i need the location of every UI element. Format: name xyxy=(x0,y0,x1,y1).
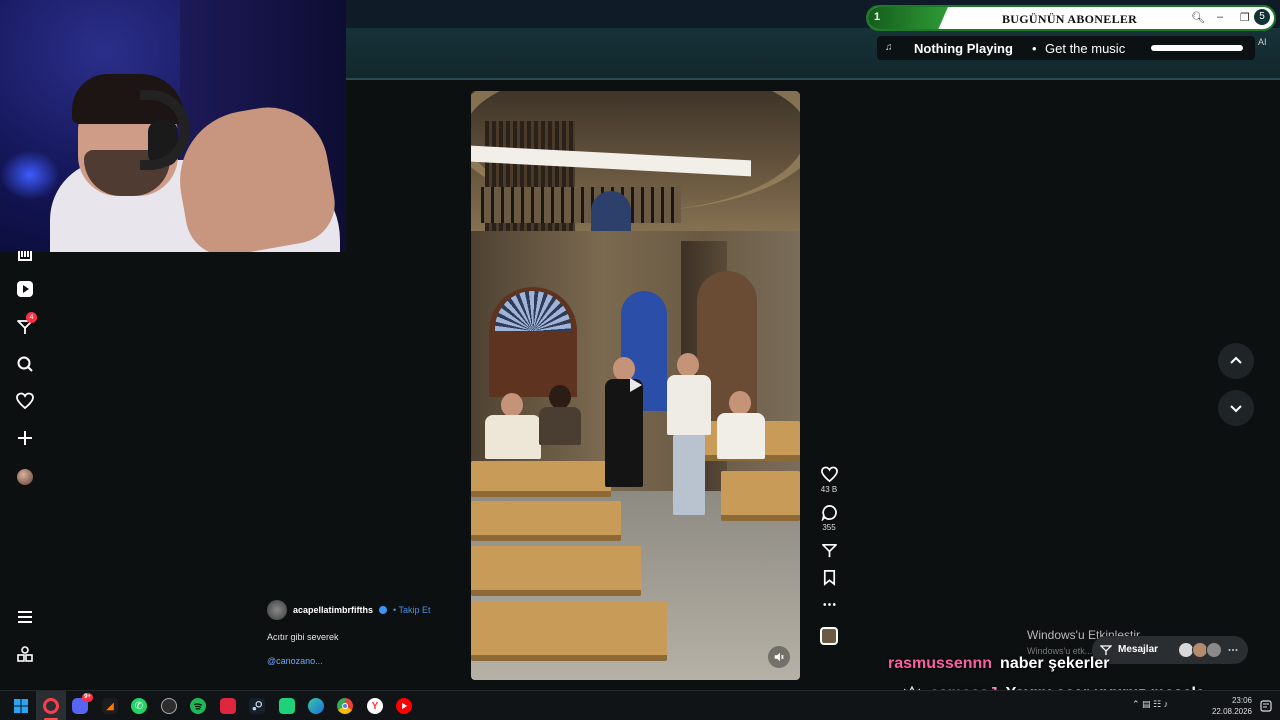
share-button[interactable] xyxy=(815,542,843,559)
also-from-meta-icon[interactable] xyxy=(14,643,36,665)
youtube-icon[interactable] xyxy=(396,698,412,714)
audio-thumbnail[interactable] xyxy=(815,623,843,645)
share-icon xyxy=(821,543,837,558)
more-dots-icon xyxy=(822,603,836,606)
profile-avatar[interactable] xyxy=(14,466,36,488)
now-playing-progress xyxy=(1151,45,1243,51)
red-app-icon[interactable] xyxy=(220,698,236,714)
heart-icon xyxy=(820,466,838,483)
minimize-icon[interactable]: – xyxy=(1217,11,1223,23)
spotify-icon[interactable] xyxy=(190,698,206,714)
chat-message: rasmussennn naber şekerler xyxy=(888,655,1109,673)
subscriber-bar-title: BUGÜNÜN ABONELER xyxy=(1002,12,1138,26)
like-button[interactable]: 43 B xyxy=(815,466,843,494)
subscriber-count: 1 xyxy=(874,11,881,23)
previous-reel-button[interactable] xyxy=(1218,343,1254,379)
notifications-icon[interactable] xyxy=(14,390,36,412)
chat-text: naber şekerler xyxy=(1000,655,1110,672)
caption-text: Acıtır gibi severek xyxy=(267,632,339,642)
threads-icon[interactable] xyxy=(14,244,36,266)
opera-gx-icon[interactable] xyxy=(43,698,59,714)
author-avatar[interactable] xyxy=(267,600,287,620)
messages-label: Mesajlar xyxy=(1118,644,1159,655)
subscriber-corner-number: 5 xyxy=(1254,9,1270,25)
now-playing-widget: ♫ Nothing Playing • Get the music xyxy=(877,36,1255,60)
orange-app-icon[interactable]: ◢ xyxy=(102,698,118,714)
bookmark-icon xyxy=(823,570,835,586)
like-count: 43 B xyxy=(820,485,838,494)
messages-popup[interactable]: Mesajlar xyxy=(1092,636,1248,664)
comment-count: 355 xyxy=(822,523,836,532)
verified-badge-icon xyxy=(379,606,388,614)
green-app-icon[interactable] xyxy=(279,698,295,714)
chat-username: rasmussennn xyxy=(888,655,993,672)
speaker-icon xyxy=(774,652,784,662)
search-icon[interactable]: 🔍︎ xyxy=(1191,11,1205,24)
windows-start-icon[interactable] xyxy=(13,698,29,714)
restore-icon[interactable]: ❐ xyxy=(1240,11,1250,24)
messages-badge: 4 xyxy=(26,312,37,323)
menu-icon[interactable] xyxy=(14,606,36,628)
play-icon xyxy=(626,376,644,394)
discord-badge: 9+ xyxy=(82,693,93,702)
instagram-sidebar: 4 xyxy=(0,240,50,690)
taskbar-clock[interactable]: 23:06 22.08.2026 xyxy=(1212,695,1252,717)
caption-mention[interactable]: @canozano... xyxy=(267,656,467,666)
reel-caption: acapellatimbrfifths • Takip Et Acıtır gi… xyxy=(267,600,467,666)
notification-center-icon[interactable] xyxy=(1260,700,1272,712)
windows-taskbar: 9+ ◢ ✆ Y ⌃ ▤ ☷ ♪ 23:06 22.08.2026 xyxy=(0,690,1280,720)
next-reel-button[interactable] xyxy=(1218,390,1254,426)
whatsapp-icon[interactable]: ✆ xyxy=(131,698,147,714)
reels-icon[interactable] xyxy=(14,278,36,300)
webcam-overlay xyxy=(0,0,346,252)
subscriber-progress: 1 xyxy=(868,7,948,29)
edge-icon[interactable] xyxy=(308,698,324,714)
contact-avatar xyxy=(1206,642,1222,658)
follow-label: Takip Et xyxy=(398,605,431,615)
messages-icon[interactable]: 4 xyxy=(14,312,37,338)
discord-icon[interactable]: 9+ xyxy=(72,693,93,714)
create-icon[interactable] xyxy=(14,427,36,449)
reel-video[interactable] xyxy=(471,91,800,680)
now-playing-subtitle[interactable]: Get the music xyxy=(1045,41,1125,56)
more-dots-icon xyxy=(1228,649,1238,651)
steam-icon[interactable] xyxy=(249,698,265,714)
clock-date: 22.08.2026 xyxy=(1211,707,1252,716)
now-playing-separator: • xyxy=(1032,41,1037,56)
system-tray-icons[interactable]: ⌃ ▤ ☷ ♪ xyxy=(1132,699,1168,710)
follow-button[interactable]: • Takip Et xyxy=(393,605,431,615)
comment-button[interactable]: 355 xyxy=(815,504,843,532)
ai-label: AI xyxy=(1258,37,1267,47)
comment-icon xyxy=(821,505,837,521)
more-options-button[interactable] xyxy=(815,596,843,613)
chevron-up-icon xyxy=(1230,356,1242,364)
now-playing-title: Nothing Playing xyxy=(914,41,1013,56)
screen: 4 43 B 355 acapellatimbrfifths • Takip E… xyxy=(0,0,1280,720)
app-icon[interactable] xyxy=(161,698,177,714)
volume-button[interactable] xyxy=(768,646,790,668)
save-button[interactable] xyxy=(815,569,843,586)
search-icon[interactable] xyxy=(14,353,36,375)
chevron-down-icon xyxy=(1230,405,1242,413)
music-note-icon: ♫ xyxy=(885,42,893,53)
author-username[interactable]: acapellatimbrfifths xyxy=(293,605,373,615)
clock-time: 23:06 xyxy=(1231,696,1252,705)
reel-action-rail: 43 B 355 xyxy=(815,466,843,655)
subscriber-goal-bar: 1 BUGÜNÜN ABONELER 🔍︎ – ❐ 5 xyxy=(866,5,1276,31)
yandex-icon[interactable]: Y xyxy=(367,698,383,714)
chrome-icon[interactable] xyxy=(337,698,353,714)
